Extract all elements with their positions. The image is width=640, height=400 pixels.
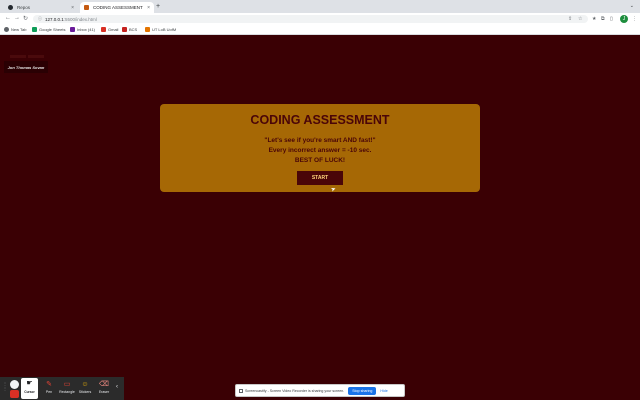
tab-title: Repos <box>17 5 31 10</box>
gmail-icon <box>101 27 106 32</box>
bookmark-inbox[interactable]: Inbox (41) <box>70 27 95 32</box>
extensions-puzzle-icon[interactable]: ⧉ <box>601 16 605 22</box>
bookmark-label: New Tab <box>11 27 27 32</box>
tool-label: Cursor <box>24 390 35 394</box>
page-title: CODING ASSESSMENT <box>250 113 390 127</box>
side-panel-icon[interactable]: ▯ <box>610 16 613 22</box>
sheets-icon <box>32 27 37 32</box>
url-path: :5500/index.html <box>63 16 97 22</box>
screencastify-toolbar: ⋮ ⋮ ☛ Cursor ✎ Pen ▭ Rectangle ☺ Stickers… <box>0 377 124 400</box>
page-viewport: Jon Thomas Sovan CODING ASSESSMENT "Let'… <box>0 35 640 400</box>
new-tab-button[interactable]: + <box>156 3 160 10</box>
cursor-tool-button[interactable]: ☛ Cursor <box>21 378 38 399</box>
screen-share-icon <box>239 388 243 393</box>
collapse-chevron-icon[interactable]: ‹ <box>116 384 118 390</box>
stop-sharing-button[interactable]: Stop sharing <box>348 386 377 395</box>
pen-tool-button[interactable]: ✎ Pen <box>40 380 58 394</box>
tab-search-icon[interactable]: ⌄ <box>630 3 634 9</box>
hide-button[interactable]: Hide <box>380 389 387 393</box>
back-icon[interactable]: ← <box>5 15 11 21</box>
share-icon[interactable]: ⇪ <box>568 16 572 22</box>
screen-sharing-notice: Screencastify - Screen Video Recorder is… <box>235 384 405 397</box>
pen-icon: ✎ <box>46 381 52 388</box>
bookmark-gmail[interactable]: Gmail <box>101 27 118 32</box>
bookmark-google-sheets[interactable]: Google Sheets <box>32 27 65 32</box>
url-host: 127.0.0.1 <box>45 16 64 22</box>
rectangle-icon: ▭ <box>63 381 71 388</box>
github-icon <box>8 5 13 10</box>
globe-icon <box>4 27 9 32</box>
sticker-icon: ☺ <box>81 381 89 388</box>
intro-line: Every incorrect answer = -10 sec. <box>268 147 372 154</box>
tool-label: Eraser <box>98 390 110 394</box>
rectangle-tool-button[interactable]: ▭ Rectangle <box>58 380 76 394</box>
inbox-icon <box>70 27 75 32</box>
bookmark-new-tab[interactable]: New Tab <box>4 27 27 32</box>
eraser-tool-button[interactable]: ⌫ Eraser <box>95 380 113 394</box>
tab-coding-assessment[interactable]: CODING ASSESSMENT × <box>80 2 154 13</box>
sharing-message: Screencastify - Screen Video Recorder is… <box>245 388 345 393</box>
bookmark-label: UT LoB UofM <box>152 27 177 32</box>
stickers-tool-button[interactable]: ☺ Stickers <box>76 380 94 394</box>
author-decoration <box>28 55 44 58</box>
eraser-icon: ⌫ <box>99 381 109 388</box>
address-bar[interactable]: ⓘ 127.0.0.1:5500/index.html <box>33 15 588 23</box>
drag-handle-icon[interactable]: ⋮ ⋮ <box>2 381 8 397</box>
info-icon[interactable]: ⓘ <box>38 16 42 22</box>
bookmark-ut[interactable]: UT LoB UofM <box>145 27 176 32</box>
close-icon[interactable]: × <box>71 5 74 11</box>
bookmark-label: BCS <box>129 27 138 32</box>
bcs-icon <box>122 27 127 32</box>
tab-title: CODING ASSESSMENT <box>93 5 143 10</box>
intro-line: BEST OF LUCK! <box>294 157 346 164</box>
intro-line: "Let's see if you're smart AND fast!" <box>264 137 376 144</box>
tool-label: Pen <box>45 390 53 394</box>
reload-icon[interactable]: ↻ <box>23 15 28 22</box>
bookmark-label: Gmail <box>108 27 119 32</box>
author-decoration <box>10 55 26 58</box>
bookmark-star-icon[interactable]: ☆ <box>578 16 582 22</box>
tool-label: Stickers <box>78 390 92 394</box>
close-icon[interactable]: × <box>147 5 150 11</box>
bookmark-label: Google Sheets <box>39 27 66 32</box>
author-name: Jon Thomas Sovan <box>4 61 48 73</box>
recorder-logo-icon[interactable] <box>10 380 19 389</box>
start-button[interactable]: START <box>297 171 343 185</box>
stop-recording-icon[interactable] <box>10 390 19 398</box>
bookmarks-bar: New Tab Google Sheets Inbox (41) Gmail B… <box>0 25 640 35</box>
page-favicon-icon <box>84 5 89 10</box>
quiz-start-card: CODING ASSESSMENT "Let's see if you're s… <box>160 104 480 192</box>
cursor-tool-icon: ☛ <box>26 380 33 387</box>
tool-label: Rectangle <box>59 390 75 394</box>
browser-toolbar: ← → ↻ ⓘ 127.0.0.1:5500/index.html ⇪ ☆ ★ … <box>0 13 640 25</box>
tab-repos[interactable]: Repos × <box>4 2 78 13</box>
profile-avatar[interactable]: J <box>620 15 628 23</box>
forward-icon[interactable]: → <box>14 15 20 21</box>
bookmark-bcs[interactable]: BCS <box>122 27 137 32</box>
ut-icon <box>145 27 150 32</box>
extension-icon[interactable]: ★ <box>592 16 596 22</box>
menu-icon[interactable]: ⋮ <box>632 16 637 22</box>
bookmark-label: Inbox (41) <box>77 27 96 32</box>
browser-tab-strip: Repos × CODING ASSESSMENT × + ⌄ <box>0 0 640 13</box>
